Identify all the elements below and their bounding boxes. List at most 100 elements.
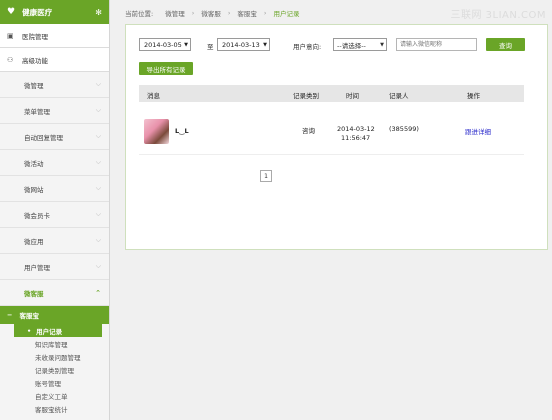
submenu-item-unrecorded-questions[interactable]: 未收录问题管理 (0, 350, 109, 363)
submenu-item-custom-tickets[interactable]: 自定义工单 (0, 389, 109, 402)
nav-item-label: 微管理 (24, 81, 44, 90)
date-to-label: 至 (207, 43, 214, 51)
follow-up-detail-link[interactable]: 跟进详细 (465, 126, 491, 136)
breadcrumb-item-weiguanli[interactable]: 微管理 (165, 8, 185, 18)
chevron-down-icon: ⌵ (95, 236, 101, 244)
chevron-right-icon: › (227, 9, 231, 17)
chevron-down-icon: ⌵ (95, 158, 101, 166)
sidebar: ♥ 健康医疗 ✻ ▣ 医院管理 ⚇ 高级功能 微管理 ⌵ 菜单管理 ⌵ 自动回复管理… (0, 0, 110, 420)
top-menu: ▣ 医院管理 ⚇ 高级功能 (0, 24, 109, 72)
record-recorder: (385599) (389, 125, 419, 133)
nav-item-label: 微活动 (24, 159, 44, 168)
dropdown-arrow-icon: ▼ (380, 41, 384, 48)
submenu-item-label: 账号管理 (35, 379, 61, 388)
users-icon: ⚇ (7, 55, 14, 64)
record-category: 咨询 (302, 127, 315, 135)
submenu-item-label: 自定义工单 (35, 392, 68, 401)
date-to-value: 2014-03-13 (222, 40, 260, 49)
nav-item-yingyong[interactable]: 微应用 ⌵ (0, 228, 109, 254)
main-panel: 2014-03-05 ▼ 至 2014-03-13 ▼ 用户意向: --请选择-… (125, 24, 548, 250)
submenu-item-knowledge-base[interactable]: 知识库管理 (0, 337, 109, 350)
submenu-item-user-records[interactable]: • 用户记录 (14, 324, 102, 337)
briefcase-icon: ▣ (7, 31, 14, 40)
nav-item-wangzhan[interactable]: 微网站 ⌵ (0, 176, 109, 202)
chevron-down-icon: ⌵ (95, 80, 101, 88)
submenu-item-statistics[interactable]: 客服宝统计 (0, 402, 109, 415)
submenu-item-label: 未收录问题管理 (35, 353, 81, 362)
filter-bar: 2014-03-05 ▼ 至 2014-03-13 ▼ 用户意向: --请选择-… (139, 38, 534, 52)
chevron-down-icon: ⌵ (95, 184, 101, 192)
dropdown-arrow-icon: ▼ (184, 41, 188, 48)
intent-select-value: --请选择-- (337, 41, 366, 50)
submenu-item-accounts[interactable]: 账号管理 (0, 376, 109, 389)
breadcrumb-current: 用户记录 (273, 10, 300, 18)
nav-item-huiyuanka[interactable]: 微会员卡 ⌵ (0, 202, 109, 228)
avatar (144, 119, 169, 144)
top-menu-advanced[interactable]: ⚇ 高级功能 (0, 48, 109, 72)
chevron-right-icon: › (191, 9, 195, 17)
intent-label: 用户意向: (293, 43, 322, 51)
nav-menu: 微管理 ⌵ 菜单管理 ⌵ 自动回复管理 ⌵ 微活动 ⌵ 微网站 ⌵ 微会员卡 ⌵ 微应用 ⌵ … (0, 72, 109, 306)
date-from-input[interactable]: 2014-03-05 ▼ (139, 38, 191, 51)
brand-title: 健康医疗 (22, 7, 53, 17)
submenu-header[interactable]: − 客服宝 (0, 306, 109, 324)
submenu-item-label: 用户记录 (36, 327, 63, 336)
column-message: 消息 (147, 92, 160, 100)
date-to-input[interactable]: 2014-03-13 ▼ (217, 38, 270, 51)
column-time: 时间 (346, 92, 359, 100)
nav-item-yonghu[interactable]: 用户管理 ⌵ (0, 254, 109, 280)
nav-item-label: 微应用 (24, 237, 44, 246)
submenu-item-record-categories[interactable]: 记录类别管理 (0, 363, 109, 376)
top-menu-label: 高级功能 (22, 56, 48, 65)
nav-item-kefu[interactable]: 微客服 ⌃ (0, 280, 109, 306)
column-action: 操作 (467, 92, 480, 100)
query-button[interactable]: 查询 (486, 38, 525, 51)
chevron-down-icon: ⌵ (95, 132, 101, 140)
submenu-list: • 用户记录 知识库管理 未收录问题管理 记录类别管理 账号管理 自定义工单 客服… (0, 324, 109, 415)
nav-item-huodong[interactable]: 微活动 ⌵ (0, 150, 109, 176)
date-from-value: 2014-03-05 (144, 40, 182, 49)
column-recorder: 记录人 (389, 92, 409, 100)
chevron-right-icon: › (263, 9, 267, 17)
nav-item-label: 自动回复管理 (24, 133, 63, 142)
nickname-search-input[interactable] (396, 38, 477, 51)
nav-item-label: 微客服 (24, 289, 44, 298)
nav-item-zidong[interactable]: 自动回复管理 ⌵ (0, 124, 109, 150)
brand-bar: ♥ 健康医疗 ✻ (0, 0, 109, 24)
watermark: 三联网 3LIAN.COM (450, 10, 546, 21)
nav-item-label: 用户管理 (24, 263, 50, 272)
record-time: 11:56:47 (341, 134, 371, 142)
column-category: 记录类别 (293, 92, 319, 100)
intent-select[interactable]: --请选择-- ▼ (333, 38, 387, 51)
collapse-icon: − (7, 311, 13, 319)
dropdown-arrow-icon: ▼ (263, 41, 267, 48)
submenu-item-label: 记录类别管理 (35, 366, 74, 375)
chevron-down-icon: ⌵ (95, 262, 101, 270)
pagination-page-1[interactable]: 1 (260, 170, 272, 182)
table-row: L‿L 咨询 2014-03-12 11:56:47 (385599) 跟进详细 (139, 113, 524, 155)
settings-icon[interactable]: ✻ (95, 8, 102, 17)
bullet-icon: • (27, 326, 32, 335)
top-menu-label: 医院管理 (22, 32, 48, 41)
user-nickname: L‿L (175, 127, 189, 135)
table-header: 消息 记录类别 时间 记录人 操作 (139, 85, 524, 102)
record-date: 2014-03-12 (337, 125, 375, 133)
export-all-button[interactable]: 导出所有记录 (139, 62, 193, 75)
chevron-down-icon: ⌵ (95, 210, 101, 218)
submenu-item-label: 客服宝统计 (35, 405, 68, 414)
breadcrumb-item-kefubao[interactable]: 客服宝 (237, 8, 257, 18)
nav-item-caidan[interactable]: 菜单管理 ⌵ (0, 98, 109, 124)
nav-item-label: 微会员卡 (24, 211, 50, 220)
nav-item-label: 微网站 (24, 185, 44, 194)
nav-item-label: 菜单管理 (24, 107, 50, 116)
submenu-item-label: 知识库管理 (35, 340, 68, 349)
top-menu-hospital[interactable]: ▣ 医院管理 (0, 24, 109, 48)
heart-icon: ♥ (7, 7, 16, 17)
chevron-up-icon: ⌃ (95, 288, 101, 297)
breadcrumb-item-weikefu[interactable]: 微客服 (201, 8, 221, 18)
submenu-title: 客服宝 (19, 312, 39, 320)
chevron-down-icon: ⌵ (95, 106, 101, 114)
breadcrumb-prefix: 当前位置: (125, 10, 154, 18)
nav-item-weiguanli[interactable]: 微管理 ⌵ (0, 72, 109, 98)
breadcrumb: 当前位置: 微管理 › 微客服 › 客服宝 › 用户记录 (125, 4, 300, 22)
